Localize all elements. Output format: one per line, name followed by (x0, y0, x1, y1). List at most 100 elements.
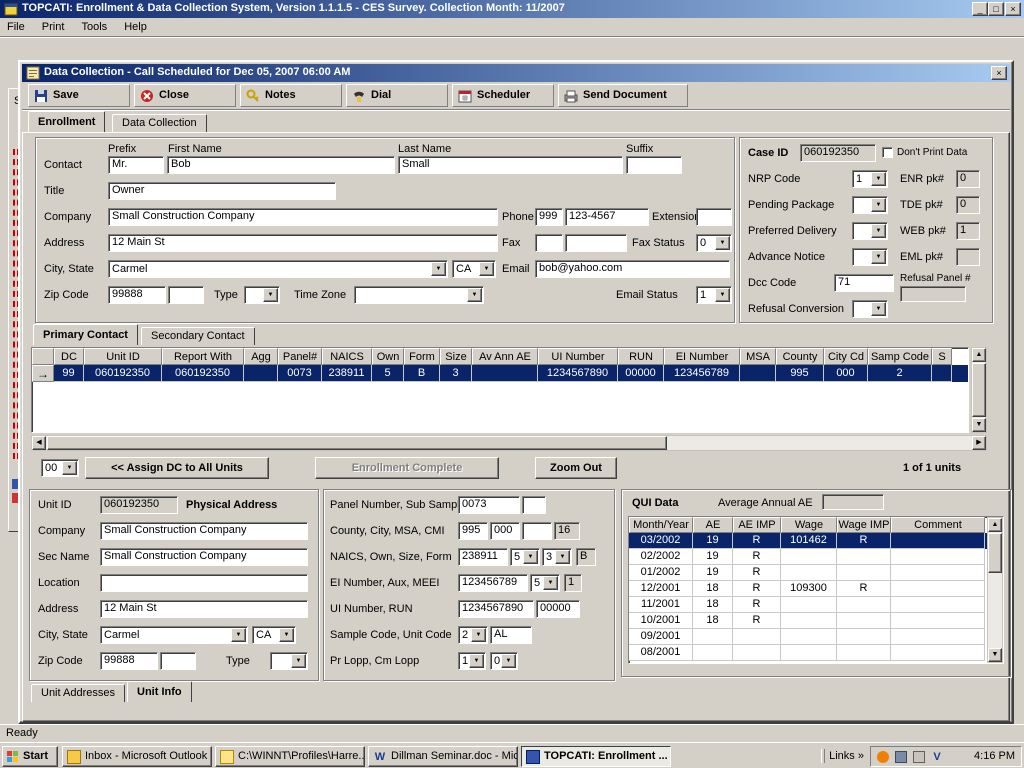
taskbar-task[interactable]: Inbox - Microsoft Outlook (62, 746, 212, 767)
dialog-close-button[interactable]: × (991, 66, 1007, 80)
fax-area-input[interactable] (535, 234, 563, 252)
scroll-right-icon[interactable]: ▶ (972, 436, 986, 450)
own-dropdown[interactable]: 5 ▼ (510, 548, 540, 566)
dc-code-dropdown[interactable]: 00 ▼ (41, 459, 79, 477)
taskbar-task[interactable]: C:\WINNT\Profiles\Harre... (215, 746, 365, 767)
table-row[interactable]: 03/200219R101462R (629, 533, 1003, 549)
county-input[interactable]: 995 (458, 522, 488, 540)
dial-button[interactable]: Dial (346, 84, 448, 107)
scheduler-button[interactable]: Scheduler (452, 84, 554, 107)
row-selector[interactable]: → (32, 365, 54, 382)
table-row[interactable]: 08/2001 (629, 645, 1003, 661)
panel-number-input[interactable]: 0073 (458, 496, 520, 514)
send-document-button[interactable]: Send Document (558, 84, 688, 107)
cm-lopp-dropdown[interactable]: 0 ▼ (490, 652, 518, 670)
chevron-down-icon[interactable]: ▼ (479, 262, 494, 276)
scroll-down-icon[interactable]: ▼ (972, 418, 986, 432)
chevron-down-icon[interactable]: ▼ (523, 550, 538, 564)
table-row[interactable]: →9906019235006019235000732389115B3123456… (32, 365, 968, 382)
unit-zip-input[interactable]: 99888 (100, 652, 158, 670)
msa-input[interactable] (522, 522, 552, 540)
company-input[interactable]: Small Construction Company (108, 208, 498, 226)
notes-button[interactable]: Notes (240, 84, 342, 107)
scroll-left-icon[interactable]: ◀ (32, 436, 46, 450)
chevron-down-icon[interactable]: ▼ (871, 172, 886, 186)
title-input[interactable]: Owner (108, 182, 336, 200)
refusal-conversion-dropdown[interactable]: ▼ (852, 300, 888, 318)
table-row[interactable]: 11/200118R (629, 597, 1003, 613)
menu-help[interactable]: Help (117, 18, 154, 37)
time-zone-dropdown[interactable]: ▼ (354, 286, 484, 304)
chevron-down-icon[interactable]: ▼ (469, 654, 484, 668)
sample-code-dropdown[interactable]: 2 ▼ (458, 626, 488, 644)
units-grid[interactable]: DCUnit IDReport WithAggPanel#NAICSOwnFor… (31, 347, 969, 433)
nrp-code-dropdown[interactable]: 1 ▼ (852, 170, 888, 188)
chevron-down-icon[interactable]: ▼ (467, 288, 482, 302)
chevron-down-icon[interactable]: ▼ (501, 654, 516, 668)
chevron-right-icon[interactable]: » (858, 750, 864, 762)
unit-type-dropdown[interactable]: ▼ (270, 652, 308, 670)
menu-print[interactable]: Print (35, 18, 72, 37)
chevron-down-icon[interactable]: ▼ (291, 654, 306, 668)
qui-vertical-scrollbar[interactable]: ▲ ▼ (987, 517, 1003, 663)
ui-number-input[interactable]: 1234567890 (458, 600, 534, 618)
scroll-up-icon[interactable]: ▲ (988, 518, 1002, 532)
aux-dropdown[interactable]: 5 ▼ (530, 574, 560, 592)
sec-name-input[interactable]: Small Construction Company (100, 548, 308, 566)
qui-table[interactable]: Month/YearAEAE IMPWageWage IMPComment 03… (628, 516, 1004, 664)
dcc-code-input[interactable]: 71 (834, 274, 894, 292)
type-dropdown[interactable]: ▼ (244, 286, 280, 304)
tab-unit-addresses[interactable]: Unit Addresses (31, 684, 125, 702)
links-area[interactable]: Links » (821, 749, 864, 763)
unit-state-dropdown[interactable]: CA ▼ (252, 626, 296, 644)
tab-data-collection[interactable]: Data Collection (112, 114, 207, 132)
chevron-down-icon[interactable]: ▼ (555, 550, 570, 564)
chevron-down-icon[interactable]: ▼ (871, 250, 886, 264)
run-input[interactable]: 00000 (536, 600, 580, 618)
advance-notice-dropdown[interactable]: ▼ (852, 248, 888, 266)
location-input[interactable] (100, 574, 308, 592)
zoom-out-button[interactable]: Zoom Out (535, 457, 617, 479)
sub-sample-input[interactable] (522, 496, 546, 514)
preferred-delivery-dropdown[interactable]: ▼ (852, 222, 888, 240)
tab-unit-info[interactable]: Unit Info (127, 681, 192, 702)
phone-area-input[interactable]: 999 (535, 208, 563, 226)
grid-horizontal-scrollbar[interactable]: ◀ ▶ (31, 435, 987, 451)
taskbar-task[interactable]: TOPCATI: Enrollment ... (521, 746, 671, 767)
zip-input[interactable]: 99888 (108, 286, 166, 304)
extension-input[interactable] (696, 208, 732, 226)
email-status-dropdown[interactable]: 1 ▼ (696, 286, 732, 304)
menu-tools[interactable]: Tools (74, 18, 114, 37)
chevron-down-icon[interactable]: ▼ (62, 461, 77, 475)
tab-primary-contact[interactable]: Primary Contact (33, 324, 138, 345)
tray-antivirus-icon[interactable]: V (931, 751, 943, 763)
taskbar-task[interactable]: WDillman Seminar.doc - Mic... (368, 746, 518, 767)
unit-company-input[interactable]: Small Construction Company (100, 522, 308, 540)
chevron-down-icon[interactable]: ▼ (471, 628, 486, 642)
save-button[interactable]: Save (28, 84, 130, 107)
tab-secondary-contact[interactable]: Secondary Contact (141, 327, 255, 345)
fax-number-input[interactable] (565, 234, 627, 252)
grid-vertical-scrollbar[interactable]: ▲ ▼ (971, 347, 987, 433)
table-row[interactable]: 12/200118R109300R (629, 581, 1003, 597)
phone-number-input[interactable]: 123-4567 (565, 208, 649, 226)
close-toolbar-button[interactable]: Close (134, 84, 236, 107)
scroll-down-icon[interactable]: ▼ (988, 648, 1002, 662)
table-row[interactable]: 01/200219R (629, 565, 1003, 581)
dont-print-checkbox[interactable] (882, 147, 893, 158)
menu-file[interactable]: File (0, 18, 32, 37)
tray-network-icon[interactable] (895, 751, 907, 763)
assign-dc-button[interactable]: << Assign DC to All Units (85, 457, 269, 479)
grid-vscroll-thumb[interactable] (972, 363, 986, 417)
city-combobox[interactable]: Carmel ▼ (108, 260, 448, 278)
chevron-down-icon[interactable]: ▼ (543, 576, 558, 590)
tab-enrollment[interactable]: Enrollment (28, 111, 105, 132)
size-dropdown[interactable]: 3 ▼ (542, 548, 572, 566)
naics-input[interactable]: 238911 (458, 548, 508, 566)
chevron-down-icon[interactable]: ▼ (279, 628, 294, 642)
qui-vscroll-thumb[interactable] (988, 533, 1002, 573)
ei-number-input[interactable]: 123456789 (458, 574, 528, 592)
table-row[interactable]: 02/200219R (629, 549, 1003, 565)
chevron-down-icon[interactable]: ▼ (871, 224, 886, 238)
chevron-down-icon[interactable]: ▼ (871, 302, 886, 316)
